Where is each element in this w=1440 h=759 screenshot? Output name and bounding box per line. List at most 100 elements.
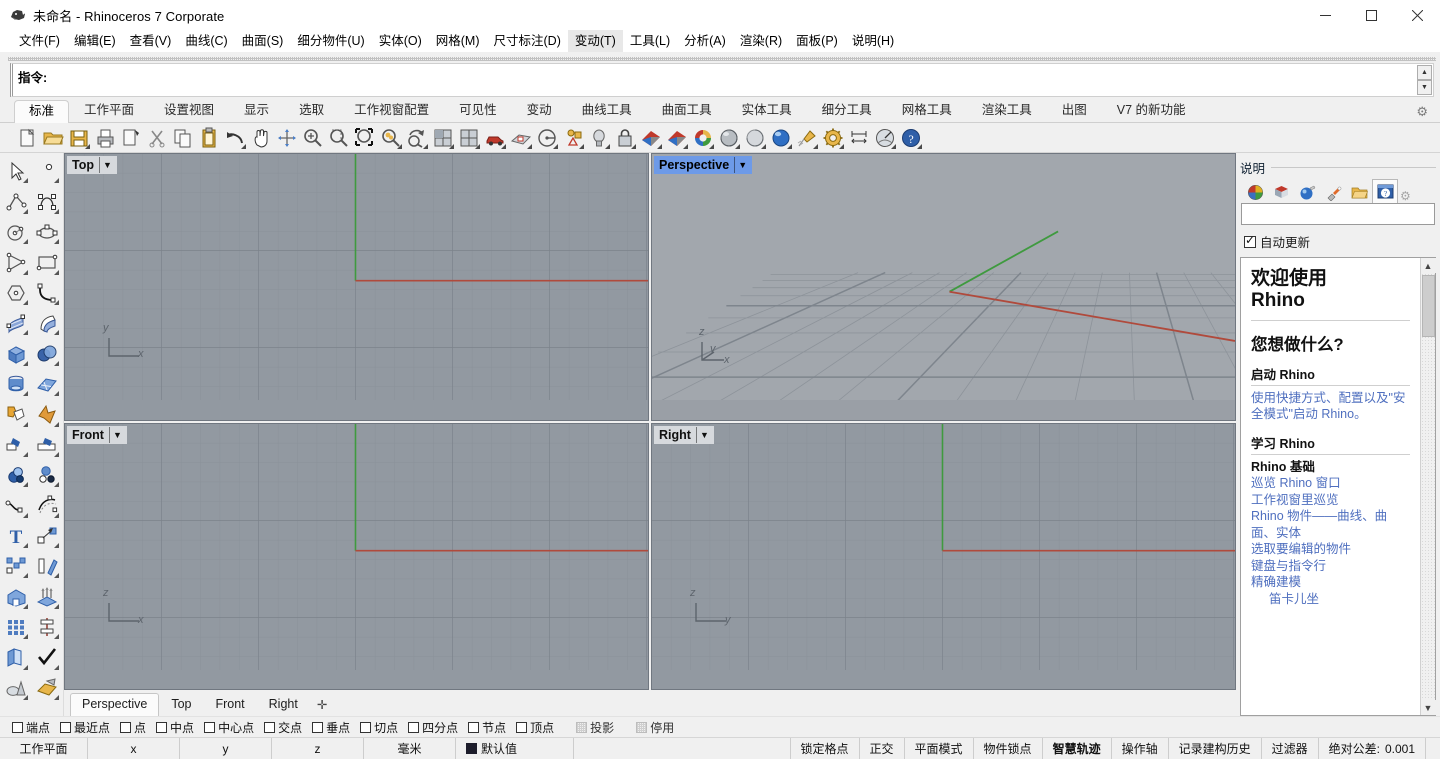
- ribbon-tab-viewport-layout[interactable]: 工作视窗配置: [339, 99, 444, 122]
- osnap-perp[interactable]: 垂点: [312, 719, 356, 736]
- help-link[interactable]: Rhino 物件——曲线、曲面、实体: [1251, 508, 1410, 541]
- zoom-selected-icon[interactable]: [404, 125, 430, 151]
- checkbox-icon[interactable]: [156, 721, 168, 733]
- viewport-front[interactable]: z x Front ▼: [64, 422, 649, 690]
- zoom-extents-icon[interactable]: [378, 125, 404, 151]
- print-icon[interactable]: [92, 125, 118, 151]
- checkbox-icon[interactable]: [1244, 233, 1256, 248]
- undo-icon[interactable]: [222, 125, 248, 151]
- ribbon-tab-visibility[interactable]: 可见性: [444, 99, 512, 122]
- panel-tab-properties-icon[interactable]: [1242, 181, 1268, 203]
- osnap-point[interactable]: 点: [120, 719, 152, 736]
- gear-icon[interactable]: ⚙: [1400, 189, 1411, 203]
- mesh-plane-icon[interactable]: [31, 369, 62, 399]
- split-icon[interactable]: [31, 430, 62, 460]
- rectangular-array-icon[interactable]: [0, 612, 31, 642]
- checkbox-icon[interactable]: [204, 721, 216, 733]
- menu-mesh[interactable]: 网格(M): [429, 30, 487, 52]
- status-layer[interactable]: 默认值: [456, 738, 574, 759]
- ribbon-tab-render-tools[interactable]: 渲染工具: [967, 99, 1047, 122]
- osnap-vertex[interactable]: 顶点: [516, 719, 560, 736]
- undo-view-change-icon[interactable]: [430, 125, 456, 151]
- menu-file[interactable]: 文件(F): [12, 30, 67, 52]
- osnap-mid[interactable]: 中点: [156, 719, 200, 736]
- menu-dimension[interactable]: 尺寸标注(D): [487, 30, 568, 52]
- scrollbar-thumb[interactable]: [1421, 275, 1435, 337]
- set-view-angle-icon[interactable]: [534, 125, 560, 151]
- layer-light-icon[interactable]: [586, 125, 612, 151]
- help-link[interactable]: 键盘与指令行: [1251, 558, 1410, 575]
- menu-render[interactable]: 渲染(R): [733, 30, 789, 52]
- ribbon-tab-subd-tools[interactable]: 细分工具: [807, 99, 887, 122]
- status-filter[interactable]: 过滤器: [1262, 738, 1319, 759]
- menu-tools[interactable]: 工具(L): [623, 30, 677, 52]
- object-properties-icon[interactable]: [560, 125, 586, 151]
- new-file-icon[interactable]: [14, 125, 40, 151]
- boolean-union-icon[interactable]: [31, 338, 62, 368]
- menu-view[interactable]: 查看(V): [123, 30, 179, 52]
- analysis-icon[interactable]: [872, 125, 898, 151]
- checkbox-icon[interactable]: [264, 721, 276, 733]
- ribbon-tab-solid-tools[interactable]: 实体工具: [727, 99, 807, 122]
- command-line[interactable]: 指令: ▲ ▼: [10, 63, 1434, 97]
- ghosted-sphere-icon[interactable]: [742, 125, 768, 151]
- lock-object-icon[interactable]: [612, 125, 638, 151]
- ribbon-tab-select[interactable]: 选取: [284, 99, 339, 122]
- close-icon[interactable]: [1394, 0, 1440, 30]
- panel-tab-help-icon[interactable]: ?: [1372, 179, 1398, 203]
- move-icon[interactable]: [31, 521, 62, 551]
- linear-array-icon[interactable]: [31, 612, 62, 642]
- polygon-triangle-icon[interactable]: [0, 247, 31, 277]
- ribbon-tab-standard[interactable]: 标准: [14, 100, 70, 123]
- loft-surface-icon[interactable]: [31, 308, 62, 338]
- color-wheel-icon[interactable]: [690, 125, 716, 151]
- panel-tab-libraries-icon[interactable]: [1346, 181, 1372, 203]
- boolean-difference-icon[interactable]: [0, 399, 31, 429]
- surface-from-points-icon[interactable]: [0, 308, 31, 338]
- menu-transform[interactable]: 变动(T): [567, 29, 623, 52]
- osnap-int[interactable]: 交点: [264, 719, 308, 736]
- menu-surface[interactable]: 曲面(S): [235, 30, 291, 52]
- shaded-display-icon[interactable]: [638, 125, 664, 151]
- open-file-icon[interactable]: [40, 125, 66, 151]
- command-history-spinner[interactable]: ▲ ▼: [1417, 65, 1432, 95]
- checkbox-icon[interactable]: [468, 721, 480, 733]
- extrude-solid-icon[interactable]: [0, 581, 31, 611]
- ribbon-tab-whats-new-v7[interactable]: V7 的新功能: [1102, 99, 1201, 122]
- help-link[interactable]: 选取要编辑的物件: [1251, 541, 1410, 558]
- shade-render-icon[interactable]: [0, 673, 31, 703]
- ribbon-tab-surface-tools[interactable]: 曲面工具: [647, 99, 727, 122]
- unroll-surface-icon[interactable]: [0, 642, 31, 672]
- help-scrollbar[interactable]: ▲ ▼: [1420, 258, 1436, 715]
- extrude-array-icon[interactable]: [31, 581, 62, 611]
- checkbox-icon[interactable]: [408, 721, 420, 733]
- checkbox-icon[interactable]: [576, 721, 588, 733]
- viewport-front-label[interactable]: Front ▼: [67, 425, 127, 444]
- command-area-grip[interactable]: [6, 56, 1440, 63]
- checkbox-icon[interactable]: [516, 721, 528, 733]
- polyline-icon[interactable]: [0, 186, 31, 216]
- status-osnap[interactable]: 物件锁点: [974, 738, 1043, 759]
- chevron-down-icon[interactable]: ▼: [98, 157, 115, 173]
- zoom-dynamic-icon[interactable]: [326, 125, 352, 151]
- text-tool-icon[interactable]: T: [0, 521, 31, 551]
- dimension-icon[interactable]: [846, 125, 872, 151]
- help-link[interactable]: 笛卡儿坐: [1251, 591, 1410, 608]
- checkbox-icon[interactable]: [360, 721, 372, 733]
- checkbox-icon[interactable]: [312, 721, 324, 733]
- status-smarttrack[interactable]: 智慧轨迹: [1043, 738, 1112, 759]
- viewport-layout-4view-icon[interactable]: [456, 125, 482, 151]
- osnap-disable[interactable]: 停用: [636, 719, 680, 736]
- ribbon-tab-setview[interactable]: 设置视图: [149, 99, 229, 122]
- resize-grip[interactable]: [1426, 738, 1440, 759]
- viewport-top-label[interactable]: Top ▼: [67, 156, 117, 174]
- minimize-icon[interactable]: [1302, 0, 1348, 30]
- ribbon-tab-curve-tools[interactable]: 曲线工具: [567, 99, 647, 122]
- osnap-near[interactable]: 最近点: [60, 719, 116, 736]
- panel-tab-layers-icon[interactable]: [1268, 181, 1294, 203]
- help-search-field[interactable]: [1241, 203, 1435, 225]
- checkbox-icon[interactable]: [120, 721, 132, 733]
- status-planar[interactable]: 平面模式: [905, 738, 974, 759]
- osnap-knot[interactable]: 节点: [468, 719, 512, 736]
- viewport-right[interactable]: z y Right ▼: [651, 422, 1236, 690]
